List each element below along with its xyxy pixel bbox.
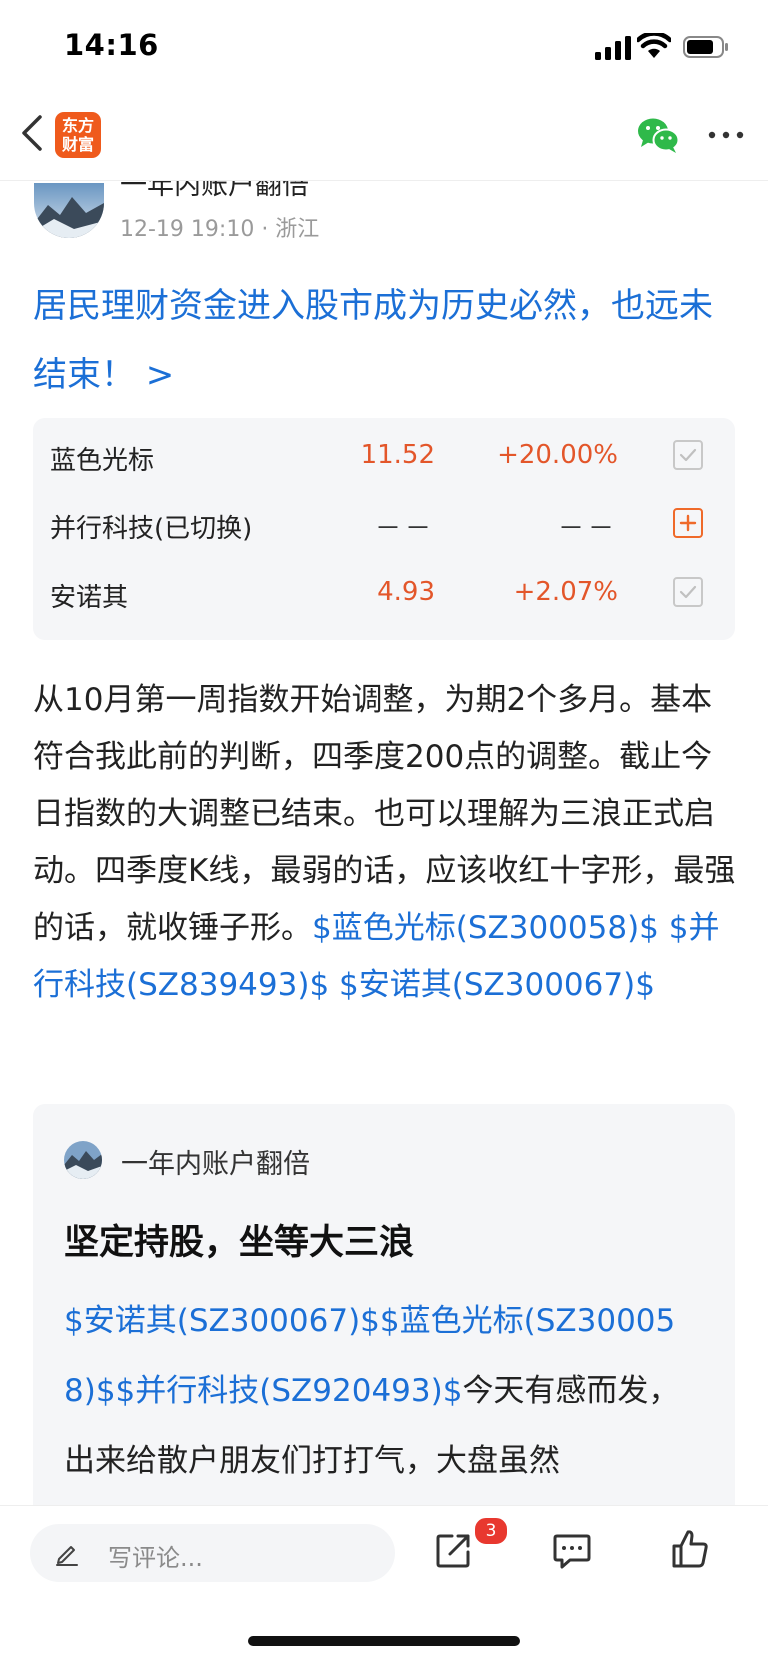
stock-name: 安诺其 [50, 583, 129, 613]
check-icon[interactable] [673, 440, 703, 470]
app-logo: 东方 财富 [55, 112, 101, 158]
author-avatar[interactable] [34, 183, 104, 238]
stock-name: 并行科技(已切换) [50, 514, 253, 544]
wechat-share-icon[interactable] [636, 116, 680, 154]
stock-change: +20.00% [497, 440, 618, 470]
share-count-badge: 3 [473, 1516, 509, 1546]
stock-row[interactable]: 安诺其 4.93 +2.07% [33, 555, 735, 623]
stock-change: +2.07% [513, 577, 618, 607]
cellular-signal-icon [595, 36, 631, 60]
wifi-icon [637, 33, 671, 58]
quote-text: $安诺其(SZ300067)$$蓝色光标(SZ300058)$$并行科技(SZ9… [64, 1286, 704, 1496]
stock-price: －－ [374, 514, 435, 544]
stock-card: 蓝色光标 11.52 +20.00% 并行科技(已切换) －－ －－ 安诺其 4… [33, 418, 735, 640]
stock-row[interactable]: 蓝色光标 11.52 +20.00% [33, 418, 735, 486]
stock-change: －－ [557, 514, 618, 544]
comment-placeholder: 写评论... [108, 1544, 203, 1572]
more-icon[interactable] [706, 125, 746, 145]
comment-input[interactable]: 写评论... [30, 1524, 395, 1582]
quote-author-avatar [64, 1141, 102, 1179]
stock-price: 11.52 [360, 440, 435, 470]
stock-name: 蓝色光标 [50, 446, 155, 476]
home-indicator [248, 1636, 520, 1646]
stock-price: 4.93 [377, 577, 435, 607]
share-icon[interactable] [434, 1530, 474, 1570]
stock-link[interactable]: $安诺其(SZ300067)$ [64, 1303, 380, 1339]
post-meta: 12-19 19:10 · 浙江 [120, 217, 320, 242]
quote-title: 坚定持股，坐等大三浪 [64, 1223, 415, 1263]
post-header: 一年内账户翻倍 12-19 19:10 · 浙江 [0, 181, 768, 251]
back-icon[interactable] [18, 113, 46, 153]
stock-link[interactable]: $安诺其(SZ300067)$ [339, 967, 655, 1003]
quote-author-name: 一年内账户翻倍 [121, 1149, 310, 1180]
stock-link[interactable]: $蓝色光标(SZ300058)$ [312, 910, 659, 946]
add-icon[interactable] [673, 508, 703, 538]
comment-icon[interactable] [552, 1530, 592, 1570]
battery-icon [683, 36, 728, 58]
thumbs-up-icon[interactable] [670, 1528, 710, 1570]
check-icon[interactable] [673, 577, 703, 607]
author-name[interactable]: 一年内账户翻倍 [120, 181, 309, 202]
logo-text-line2: 财富 [61, 135, 94, 154]
logo-text-line1: 东方 [61, 116, 94, 135]
bottom-action-bar: 写评论... 3 [0, 1505, 768, 1664]
post-body-text: 从10月第一周指数开始调整，为期2个多月。基本符合我此前的判断，四季度200点的… [33, 682, 736, 946]
pen-icon [56, 1546, 78, 1566]
stock-link[interactable]: $并行科技(SZ920493)$ [116, 1373, 463, 1409]
stock-row[interactable]: 并行科技(已切换) －－ －－ [33, 486, 735, 554]
status-time: 14:16 [64, 28, 159, 62]
post-title-link[interactable]: 居民理财资金进入股市成为历史必然，也远未结束！ > [33, 272, 738, 410]
post-body: 从10月第一周指数开始调整，为期2个多月。基本符合我此前的判断，四季度200点的… [33, 672, 738, 1014]
quoted-post-card[interactable]: 一年内账户翻倍 坚定持股，坐等大三浪 $安诺其(SZ300067)$$蓝色光标(… [33, 1104, 735, 1524]
